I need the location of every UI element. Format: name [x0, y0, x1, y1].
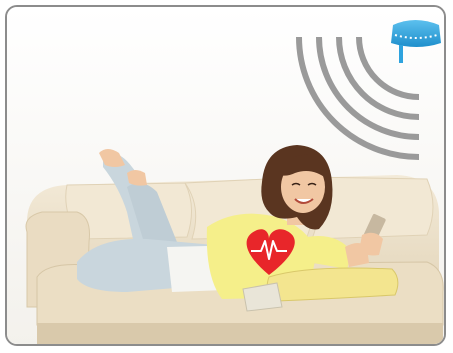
living-room-scene — [7, 7, 444, 344]
image-frame — [5, 5, 446, 346]
